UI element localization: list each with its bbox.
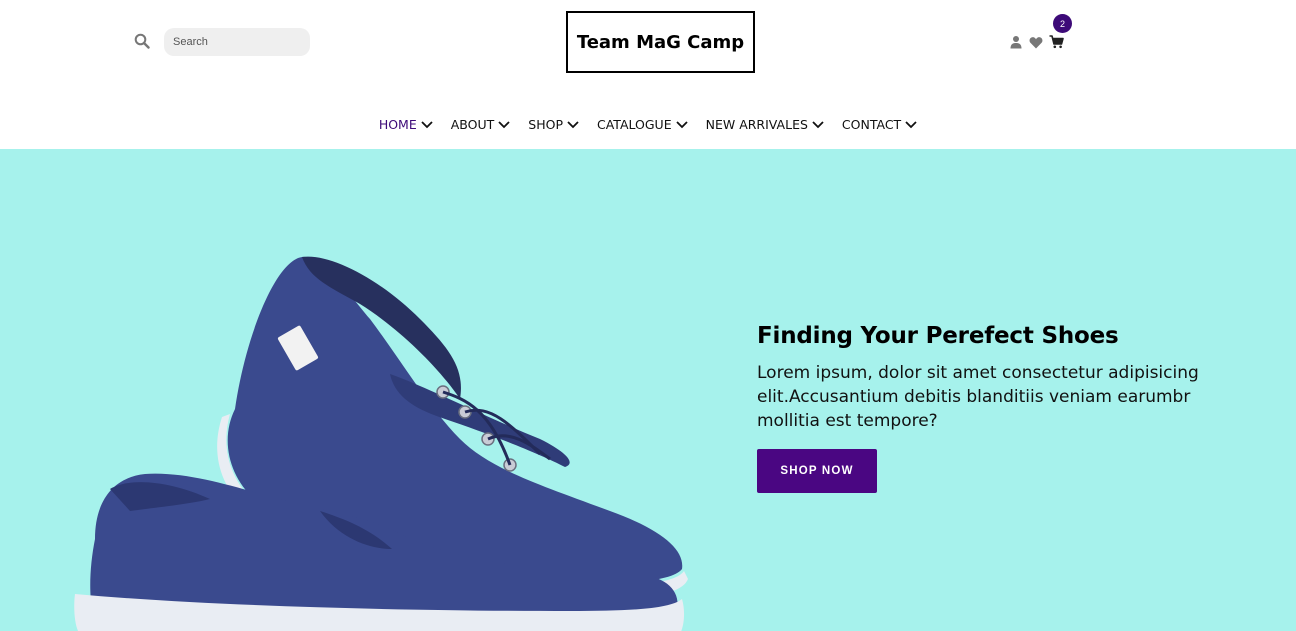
hero-description: Lorem ipsum, dolor sit amet consectetur … xyxy=(757,363,1199,431)
chevron-down-icon xyxy=(675,121,688,129)
nav-item-label: CATALOGUE xyxy=(596,117,672,132)
nav-item-label: NEW ARRIVALES xyxy=(705,117,808,132)
cart-count-badge: 2 xyxy=(1053,14,1072,33)
search-bar xyxy=(134,28,310,56)
chevron-down-icon xyxy=(567,121,579,129)
nav-item-about[interactable]: ABOUT xyxy=(451,117,511,132)
chevron-down-icon xyxy=(905,121,917,129)
nav-item-home[interactable]: HOME xyxy=(379,117,433,132)
nav-item-shop[interactable]: SHOP xyxy=(528,117,579,132)
nav-item-label: CONTACT xyxy=(841,117,902,132)
search-input[interactable] xyxy=(164,28,310,56)
shoe-image xyxy=(74,256,688,631)
nav-item-contact[interactable]: CONTACT xyxy=(842,117,917,132)
site-logo[interactable]: Team MaG Camp xyxy=(566,11,755,73)
site-header: Team MaG Camp 2 HOME xyxy=(0,0,1296,149)
nav-item-label: SHOP xyxy=(528,117,563,132)
user-icon[interactable] xyxy=(1009,34,1023,53)
chevron-down-icon xyxy=(421,121,433,129)
hero-banner: Finding Your Perefect Shoes Lorem ipsum,… xyxy=(0,149,1296,631)
nav-item-new-arrivals[interactable]: NEW ARRIVALES xyxy=(706,117,824,132)
nav-item-label: ABOUT xyxy=(450,117,495,132)
search-icon[interactable] xyxy=(134,33,152,51)
chevron-down-icon xyxy=(498,121,510,129)
shop-now-button[interactable]: SHOP NOW xyxy=(757,449,877,493)
main-nav: HOME ABOUT SHOP CATALOGUE NEW ARRIVALES … xyxy=(0,117,1296,132)
header-icons: 2 xyxy=(1009,14,1072,53)
cart-button[interactable]: 2 xyxy=(1049,14,1072,53)
nav-item-catalogue[interactable]: CATALOGUE xyxy=(597,117,688,132)
chevron-down-icon xyxy=(812,121,824,129)
cart-icon xyxy=(1049,35,1064,49)
hero-content: Finding Your Perefect Shoes Lorem ipsum,… xyxy=(757,323,1227,493)
nav-item-label: HOME xyxy=(378,117,417,132)
hero-title: Finding Your Perefect Shoes xyxy=(757,323,1119,349)
heart-icon[interactable] xyxy=(1029,34,1043,53)
